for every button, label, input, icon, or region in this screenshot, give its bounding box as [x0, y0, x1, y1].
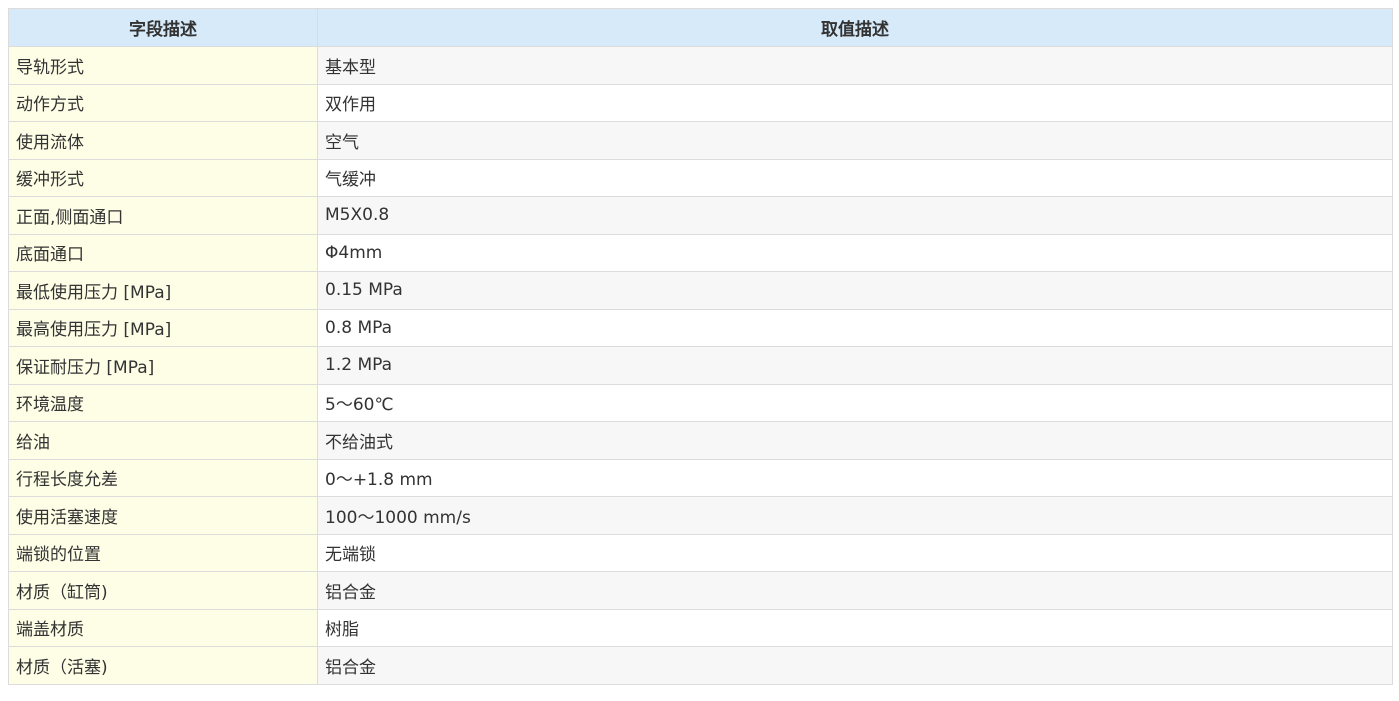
value-cell: 100～1000 mm/s: [317, 496, 1393, 535]
value-cell: 树脂: [317, 608, 1393, 647]
value-cell: 双作用: [317, 83, 1393, 122]
table-row: 导轨形式 基本型: [8, 46, 1393, 85]
table-row: 缓冲形式 气缓冲: [8, 158, 1393, 197]
field-cell: 行程长度允差: [8, 458, 318, 497]
value-cell: 不给油式: [317, 421, 1393, 460]
value-cell: 无端锁: [317, 533, 1393, 572]
value-cell: 铝合金: [317, 646, 1393, 685]
value-cell: 0.15 MPa: [317, 271, 1393, 310]
table-row: 行程长度允差 0～+1.8 mm: [8, 458, 1393, 497]
field-cell: 环境温度: [8, 383, 318, 422]
value-cell: 1.2 MPa: [317, 346, 1393, 385]
header-field-description: 字段描述: [8, 8, 318, 47]
value-cell: 铝合金: [317, 571, 1393, 610]
value-cell: M5X0.8: [317, 196, 1393, 235]
field-cell: 动作方式: [8, 83, 318, 122]
field-cell: 导轨形式: [8, 46, 318, 85]
table-row: 材质（缸筒) 铝合金: [8, 571, 1393, 610]
table-row: 底面通口 Φ4mm: [8, 233, 1393, 272]
header-value-description: 取值描述: [317, 8, 1393, 47]
value-cell: 0～+1.8 mm: [317, 458, 1393, 497]
field-cell: 正面,侧面通口: [8, 196, 318, 235]
table-row: 端锁的位置 无端锁: [8, 533, 1393, 572]
spec-table: 字段描述 取值描述 导轨形式 基本型 动作方式 双作用 使用流体 空气 缓冲形式…: [8, 8, 1393, 685]
table-row: 使用流体 空气: [8, 121, 1393, 160]
table-row: 保证耐压力 [MPa] 1.2 MPa: [8, 346, 1393, 385]
table-row: 动作方式 双作用: [8, 83, 1393, 122]
field-cell: 给油: [8, 421, 318, 460]
field-cell: 底面通口: [8, 233, 318, 272]
table-row: 端盖材质 树脂: [8, 608, 1393, 647]
table-row: 最低使用压力 [MPa] 0.15 MPa: [8, 271, 1393, 310]
field-cell: 端锁的位置: [8, 533, 318, 572]
value-cell: 空气: [317, 121, 1393, 160]
value-cell: 5～60℃: [317, 383, 1393, 422]
value-cell: 基本型: [317, 46, 1393, 85]
field-cell: 使用流体: [8, 121, 318, 160]
table-row: 材质（活塞) 铝合金: [8, 646, 1393, 685]
value-cell: 气缓冲: [317, 158, 1393, 197]
field-cell: 最低使用压力 [MPa]: [8, 271, 318, 310]
field-cell: 端盖材质: [8, 608, 318, 647]
field-cell: 保证耐压力 [MPa]: [8, 346, 318, 385]
table-row: 给油 不给油式: [8, 421, 1393, 460]
field-cell: 材质（活塞): [8, 646, 318, 685]
value-cell: 0.8 MPa: [317, 308, 1393, 347]
field-cell: 最高使用压力 [MPa]: [8, 308, 318, 347]
table-header-row: 字段描述 取值描述: [8, 8, 1393, 47]
field-cell: 缓冲形式: [8, 158, 318, 197]
table-row: 使用活塞速度 100～1000 mm/s: [8, 496, 1393, 535]
field-cell: 材质（缸筒): [8, 571, 318, 610]
value-cell: Φ4mm: [317, 233, 1393, 272]
field-cell: 使用活塞速度: [8, 496, 318, 535]
table-body: 导轨形式 基本型 动作方式 双作用 使用流体 空气 缓冲形式 气缓冲 正面,侧面…: [8, 46, 1393, 685]
table-row: 正面,侧面通口 M5X0.8: [8, 196, 1393, 235]
table-row: 环境温度 5～60℃: [8, 383, 1393, 422]
table-row: 最高使用压力 [MPa] 0.8 MPa: [8, 308, 1393, 347]
